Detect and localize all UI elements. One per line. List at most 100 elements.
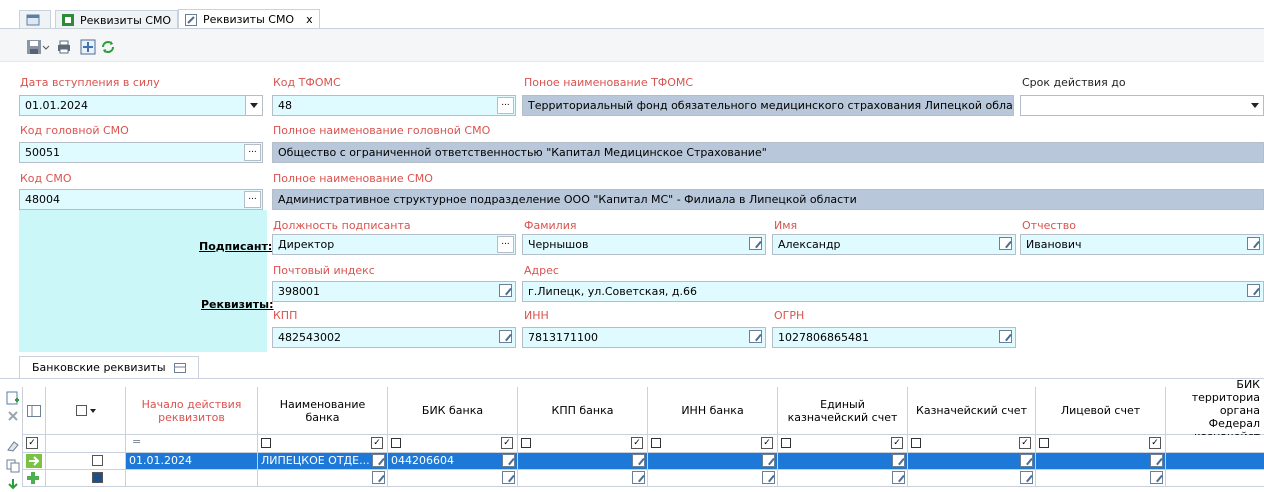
filter-checkbox[interactable]: ✓	[631, 437, 643, 449]
cell-inn[interactable]	[648, 470, 778, 487]
edit-icon[interactable]	[892, 471, 905, 484]
tab-smo-1[interactable]: Реквизиты СМО	[55, 10, 179, 29]
filter-icon[interactable]	[651, 438, 661, 448]
ogrn-field[interactable]: 1027806865481	[772, 327, 1016, 348]
close-icon[interactable]: x	[306, 13, 313, 26]
date-dropdown-button[interactable]	[245, 96, 262, 115]
col-treasury[interactable]: Казначейский счет	[908, 387, 1036, 435]
tfoms-code-lookup-button[interactable]: ...	[497, 97, 514, 114]
filter-icon[interactable]	[391, 438, 401, 448]
filter-icon[interactable]	[911, 438, 921, 448]
cell-treasury[interactable]	[908, 470, 1036, 487]
chevron-down-icon[interactable]	[89, 408, 96, 413]
edit-icon[interactable]	[502, 454, 515, 467]
row-checkbox[interactable]	[92, 455, 103, 466]
cell-kpp[interactable]	[518, 453, 648, 470]
filter-bik[interactable]: ✓	[388, 435, 518, 453]
chevron-down-icon[interactable]	[42, 39, 50, 55]
edit-icon[interactable]	[1150, 454, 1163, 467]
print-icon[interactable]	[56, 39, 72, 55]
address-field[interactable]: г.Липецк, ул.Советская, д.66	[522, 281, 1264, 302]
cell-treasury-bik[interactable]	[1166, 453, 1264, 470]
cell-treasury[interactable]	[908, 453, 1036, 470]
smo-code-field[interactable]: 48004 ...	[19, 189, 263, 210]
surname-field[interactable]: Чернышов	[522, 234, 766, 255]
kpp-field[interactable]: 482543002	[272, 327, 516, 348]
col-personal[interactable]: Лицевой счет	[1036, 387, 1166, 435]
filter-inn[interactable]: ✓	[648, 435, 778, 453]
col-start-date[interactable]: Начало действия реквизитов	[126, 387, 258, 435]
tfoms-code-field[interactable]: 48 ...	[272, 95, 516, 116]
postcode-field[interactable]: 398001	[272, 281, 516, 302]
filter-personal[interactable]: ✓	[1036, 435, 1166, 453]
edit-icon[interactable]	[999, 237, 1012, 250]
cell-bik[interactable]	[388, 470, 518, 487]
filter-checkbox[interactable]: ✓	[501, 437, 513, 449]
filter-icon[interactable]	[781, 438, 791, 448]
row-indicator[interactable]	[22, 470, 46, 487]
edit-icon[interactable]	[749, 330, 762, 343]
head-smo-lookup-button[interactable]: ...	[244, 144, 261, 161]
filter-bank-name[interactable]: ✓	[258, 435, 388, 453]
col-treasury-bik[interactable]: БИК территориа органа Федерал казначейст	[1166, 378, 1264, 443]
edit-icon[interactable]	[499, 284, 512, 297]
filter-clear-icon[interactable]: ✓	[26, 437, 38, 449]
cell-inn[interactable]	[648, 453, 778, 470]
edit-icon[interactable]	[892, 454, 905, 467]
edit-icon[interactable]	[1020, 454, 1033, 467]
columns-icon[interactable]	[27, 404, 41, 417]
smo-code-lookup-button[interactable]: ...	[244, 191, 261, 208]
row-indicator[interactable]	[22, 453, 46, 470]
row-checkbox-cell[interactable]	[46, 470, 126, 487]
add-record-icon[interactable]	[6, 391, 20, 405]
copy-icon[interactable]	[6, 459, 20, 473]
cell-start-date[interactable]: 01.01.2024	[126, 453, 258, 470]
tab-smo-2[interactable]: Реквизиты СМО x	[178, 9, 320, 29]
filter-icon[interactable]	[521, 438, 531, 448]
filter-checkbox[interactable]: ✓	[761, 437, 773, 449]
col-single-treasury[interactable]: Единый казначейский счет	[778, 387, 908, 435]
edit-icon[interactable]	[1247, 284, 1260, 297]
edit-icon[interactable]	[762, 471, 775, 484]
cell-single-treasury[interactable]	[778, 453, 908, 470]
name-field[interactable]: Александр	[772, 234, 1016, 255]
inn-field[interactable]: 7813171100	[522, 327, 766, 348]
position-lookup-button[interactable]: ...	[497, 236, 514, 253]
col-bik[interactable]: БИК банка	[388, 387, 518, 435]
valid-to-field[interactable]	[1020, 95, 1264, 116]
patronymic-field[interactable]: Иванович	[1020, 234, 1264, 255]
tab-bank-requisites[interactable]: Банковские реквизиты	[19, 356, 199, 378]
edit-icon[interactable]	[502, 471, 515, 484]
filter-treasury-bik[interactable]	[1166, 435, 1264, 453]
filter-icon[interactable]	[1039, 438, 1049, 448]
edit-icon[interactable]	[749, 237, 762, 250]
cell-start-date[interactable]	[126, 470, 258, 487]
eraser-icon[interactable]	[6, 439, 20, 453]
edit-icon[interactable]	[1247, 237, 1260, 250]
head-smo-code-field[interactable]: 50051 ...	[19, 142, 263, 163]
col-bank-name[interactable]: Наименование банка	[258, 387, 388, 435]
edit-icon[interactable]	[762, 454, 775, 467]
cell-bank-name[interactable]	[258, 470, 388, 487]
cell-bank-name[interactable]: ЛИПЕЦКОЕ ОТДЕ...	[258, 453, 388, 470]
edit-icon[interactable]	[999, 330, 1012, 343]
cell-personal[interactable]	[1036, 470, 1166, 487]
refresh-icon[interactable]	[100, 39, 116, 55]
download-icon[interactable]	[6, 478, 20, 492]
date-field[interactable]: 01.01.2024	[19, 95, 263, 116]
edit-icon[interactable]	[632, 454, 645, 467]
filter-icon[interactable]	[261, 438, 271, 448]
edit-icon[interactable]	[372, 454, 385, 467]
edit-icon[interactable]	[499, 330, 512, 343]
edit-icon[interactable]	[632, 471, 645, 484]
delete-icon[interactable]	[6, 409, 20, 423]
col-inn[interactable]: ИНН банка	[648, 387, 778, 435]
save-icon[interactable]	[26, 39, 42, 55]
filter-checkbox[interactable]: ✓	[371, 437, 383, 449]
filter-kpp[interactable]: ✓	[518, 435, 648, 453]
filter-checkbox[interactable]: ✓	[1019, 437, 1031, 449]
filter-single-treasury[interactable]: ✓	[778, 435, 908, 453]
header-select-all[interactable]	[46, 387, 126, 435]
cell-personal[interactable]	[1036, 453, 1166, 470]
cell-single-treasury[interactable]	[778, 470, 908, 487]
